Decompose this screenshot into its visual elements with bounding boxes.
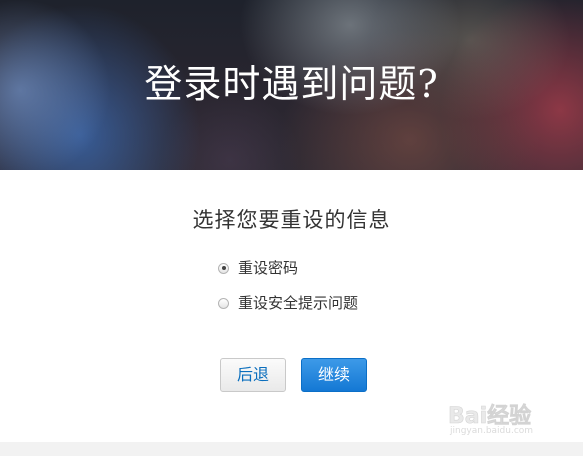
radio-reset-password[interactable]	[218, 262, 229, 274]
option-label-reset-security-question: 重设安全提示问题	[238, 294, 359, 312]
hero-banner: 登录时遇到问题?	[0, 0, 583, 170]
baidu-jingyan-watermark: Bai经验 jingyan.baidu.com	[448, 398, 578, 442]
section-subtitle: 选择您要重设的信息	[192, 208, 391, 232]
watermark-url: jingyan.baidu.com	[450, 426, 534, 436]
option-reset-password[interactable]: 重设密码	[218, 257, 298, 279]
footer-strip	[0, 442, 583, 456]
back-button[interactable]: 后退	[220, 358, 286, 392]
radio-reset-security-question[interactable]	[218, 297, 229, 309]
option-label-reset-password: 重设密码	[238, 259, 299, 277]
option-reset-security-question[interactable]: 重设安全提示问题	[218, 292, 358, 314]
continue-button[interactable]: 继续	[301, 358, 367, 392]
page-title: 登录时遇到问题?	[144, 62, 439, 106]
